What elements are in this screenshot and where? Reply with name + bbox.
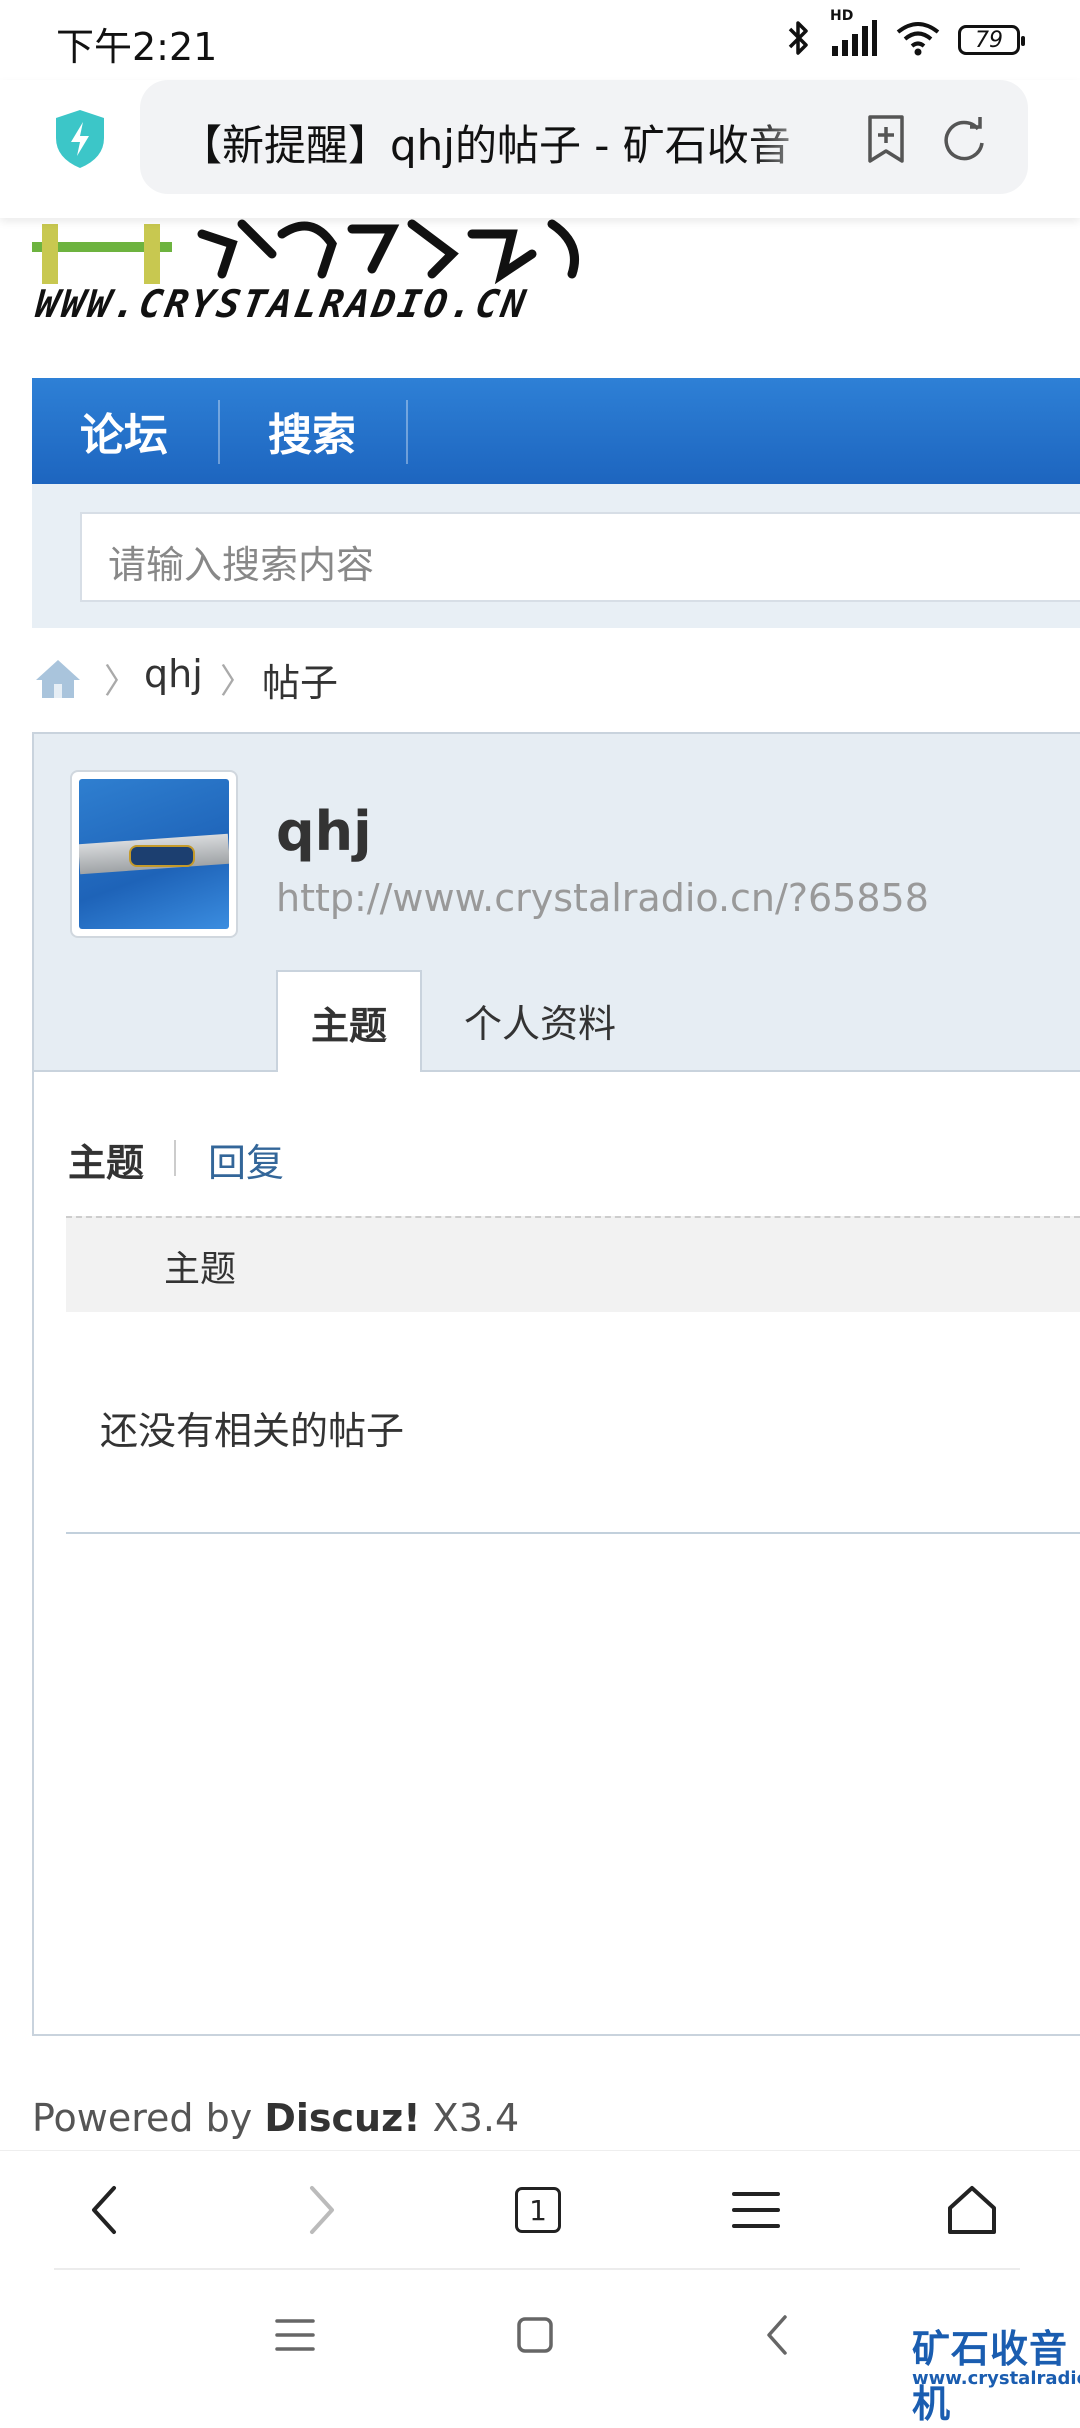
table-divider bbox=[66, 1532, 1080, 1534]
system-home-button[interactable] bbox=[500, 2295, 570, 2375]
tab-count: 1 bbox=[515, 2187, 561, 2233]
tab-topics[interactable]: 主题 bbox=[276, 970, 422, 1072]
shield-icon[interactable] bbox=[52, 108, 108, 170]
back-button[interactable] bbox=[64, 2170, 144, 2250]
avatar[interactable] bbox=[70, 770, 238, 938]
watermark-url: www.crystalradio.cn bbox=[912, 2368, 1080, 2389]
tab-profile[interactable]: 个人资料 bbox=[464, 970, 616, 1070]
battery-indicator: 79 bbox=[958, 25, 1025, 55]
home-button[interactable] bbox=[932, 2170, 1012, 2250]
username: qhj bbox=[276, 800, 372, 863]
breadcrumb-separator-icon: 〉 bbox=[104, 662, 138, 702]
subtab-divider bbox=[174, 1140, 176, 1176]
empty-message: 还没有相关的帖子 bbox=[100, 1409, 405, 1453]
signal-icon: HD bbox=[830, 8, 878, 62]
subtab-topics[interactable]: 主题 bbox=[68, 1132, 144, 1187]
main-nav: 论坛 搜索 bbox=[32, 378, 1080, 484]
breadcrumb-user[interactable]: qhj bbox=[144, 652, 203, 696]
search-placeholder: 请输入搜索内容 bbox=[108, 543, 375, 587]
toolbar-divider bbox=[54, 2268, 1020, 2270]
home-icon[interactable] bbox=[34, 656, 82, 704]
table-header-topic: 主题 bbox=[164, 1249, 237, 1290]
user-space-url[interactable]: http://www.crystalradio.cn/?65858 bbox=[276, 876, 929, 920]
wifi-icon bbox=[896, 20, 940, 60]
discuz-version: X3.4 bbox=[432, 2096, 520, 2140]
logo-url-text: WWW.CRYSTALRADIO.CN bbox=[32, 282, 532, 326]
status-time: 下午2:21 bbox=[56, 25, 218, 69]
url-text[interactable]: 【新提醒】qhj的帖子 - 矿石收音 bbox=[180, 112, 830, 168]
tabs-button[interactable]: 1 bbox=[498, 2170, 578, 2250]
bluetooth-icon bbox=[786, 18, 812, 62]
nav-divider bbox=[406, 400, 408, 464]
subtab-replies[interactable]: 回复 bbox=[208, 1132, 284, 1187]
forward-button[interactable] bbox=[282, 2170, 362, 2250]
nav-search[interactable]: 搜索 bbox=[268, 378, 356, 484]
breadcrumb-posts: 帖子 bbox=[262, 661, 339, 705]
powered-by: Powered by Discuz! X3.4 bbox=[32, 2096, 519, 2140]
nav-forum[interactable]: 论坛 bbox=[80, 378, 168, 484]
system-menu-button[interactable] bbox=[260, 2295, 330, 2375]
reload-icon[interactable] bbox=[940, 113, 988, 169]
nav-divider bbox=[218, 400, 220, 464]
menu-button[interactable] bbox=[716, 2170, 796, 2250]
add-bookmark-icon[interactable] bbox=[862, 113, 910, 169]
status-icons: HD 79 bbox=[786, 8, 1025, 62]
discuz-link[interactable]: Discuz! bbox=[264, 2096, 420, 2140]
network-type-label: HD bbox=[830, 8, 854, 24]
breadcrumb-separator-icon: 〉 bbox=[220, 662, 254, 702]
powered-prefix: Powered by bbox=[32, 2096, 253, 2140]
system-back-button[interactable] bbox=[742, 2295, 812, 2375]
